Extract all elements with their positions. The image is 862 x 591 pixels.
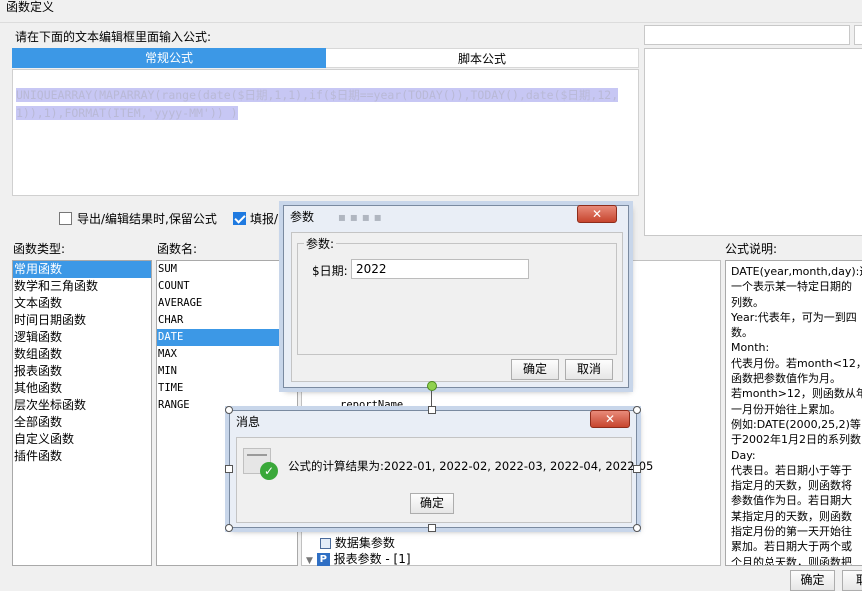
function-name-item[interactable]: DATE [157, 329, 297, 346]
description-line: 累加。若日期大于两个或 [731, 540, 852, 554]
dataset-icon [320, 538, 331, 549]
param-group-label: 参数: [304, 235, 337, 252]
description-line: 数。 [731, 326, 753, 340]
date-field[interactable]: 2022 [351, 259, 529, 279]
title-bar-divider [0, 22, 862, 23]
description-line: 例如:DATE(2000,25,2)等 [731, 417, 861, 431]
report-params-label: 报表参数 - [1] [333, 552, 411, 566]
function-name-item[interactable]: MAX [157, 346, 297, 363]
description-line: DATE(year,month,day):返 [731, 265, 862, 278]
description-line: Month: [731, 341, 770, 355]
handle-tm[interactable] [428, 406, 436, 414]
function-type-item[interactable]: 全部函数 [13, 414, 151, 431]
function-type-item[interactable]: 数组函数 [13, 346, 151, 363]
fill-label: 填报/ [250, 212, 279, 226]
param-group: 参数: $日期: 2022 [297, 235, 617, 355]
window-title: 函数定义 [6, 0, 55, 14]
function-name-item[interactable]: TIME [157, 380, 297, 397]
description-line: Year:代表年，可为一到四 [731, 310, 857, 324]
message-close-button[interactable]: ✕ [590, 410, 630, 428]
description-line: 函数把参数值作为月。 [731, 372, 841, 386]
message-ok-button[interactable]: 确定 [410, 493, 454, 514]
formula-editor[interactable]: UNIQUEARRAY(MAPARRAY(range(date($日期,1,1)… [12, 69, 639, 196]
function-type-item[interactable]: 常用函数 [13, 261, 151, 278]
function-type-item[interactable]: 时间日期函数 [13, 312, 151, 329]
description-line: 若month>12，则函数从年 [731, 387, 862, 401]
function-type-header: 函数类型: [13, 242, 66, 256]
report-params-node[interactable]: ▼ P 报表参数 - [1] [306, 550, 411, 567]
description-line: Day: [731, 448, 756, 462]
tab-script-formula[interactable]: 脚本公式 [326, 48, 639, 68]
description-line: 列数。 [731, 295, 764, 309]
description-panel: DATE(year,month,day):返 一个表示某一特定日期的 列数。 Year… [725, 260, 862, 566]
message-dialog-title: 消息 [236, 415, 261, 429]
result-message: 公式的计算结果为:2022-01, 2022-02, 2022-03, 2022… [288, 459, 654, 473]
tab-normal-formula[interactable]: 常规公式 [12, 48, 326, 68]
function-type-list[interactable]: 常用函数 数学和三角函数 文本函数 时间日期函数 逻辑函数 数组函数 报表函数 其他函数 层次坐… [12, 260, 152, 566]
keep-formula-checkbox[interactable] [59, 212, 72, 225]
title-bar-ghost-text: ▪ ▪ ▪ ▪ [337, 210, 382, 224]
function-name-item[interactable]: COUNT [157, 278, 297, 295]
expand-icon[interactable]: ▼ [306, 556, 313, 566]
param-dialog[interactable]: 参数 ▪ ▪ ▪ ▪ ✕ 参数: $日期: 2022 确定 取消 [283, 205, 629, 388]
preview-pane [644, 48, 862, 236]
report-param-icon: P [316, 553, 330, 566]
editor-prompt: 请在下面的文本编辑框里面输入公式: [15, 30, 212, 44]
function-type-item[interactable]: 插件函数 [13, 448, 151, 465]
handle-bl[interactable] [225, 524, 233, 532]
description-line: 参数值作为日。若日期大 [731, 494, 852, 508]
function-name-item[interactable]: MIN [157, 363, 297, 380]
param-ok-button[interactable]: 确定 [511, 359, 559, 380]
description-line: 个月的总天数，则函数把 [731, 555, 852, 566]
description-header: 公式说明: [725, 242, 778, 256]
success-icon: ✓ [243, 448, 278, 480]
handle-ml[interactable] [225, 465, 233, 473]
formula-line-2: 1)),1),FORMAT(ITEM,'yyyy-MM')) ) [16, 106, 238, 120]
handle-tr[interactable] [633, 406, 641, 414]
function-name-item[interactable]: AVERAGE [157, 295, 297, 312]
function-type-item[interactable]: 层次坐标函数 [13, 397, 151, 414]
description-line: 指定月份的第一天开始往 [731, 525, 852, 539]
description-line: 一月份开始往上累加。 [731, 402, 841, 416]
search-input[interactable] [644, 25, 850, 45]
search-button[interactable] [854, 25, 862, 45]
param-close-button[interactable]: ✕ [577, 205, 617, 223]
function-type-item[interactable]: 自定义函数 [13, 431, 151, 448]
message-body: ✓ 公式的计算结果为:2022-01, 2022-02, 2022-03, 20… [236, 437, 653, 523]
keep-formula-label: 导出/编辑结果时,保留公式 [77, 212, 217, 226]
formula-line-1: UNIQUEARRAY(MAPARRAY(range(date($日期,1,1)… [16, 88, 619, 102]
function-name-item[interactable]: SUM [157, 261, 297, 278]
dataset-params-label: 数据集参数 [334, 536, 395, 550]
handle-br[interactable] [633, 524, 641, 532]
ok-button[interactable]: 确定 [790, 570, 835, 591]
function-name-item[interactable]: CHAR [157, 312, 297, 329]
fill-checkbox[interactable] [233, 212, 246, 225]
cancel-button[interactable]: 取 [842, 570, 862, 591]
description-line: 代表日。若日期小于等于 [731, 463, 852, 477]
param-body: 参数: $日期: 2022 确定 取消 [291, 232, 623, 382]
description-line: 某指定月的天数，则函数 [731, 509, 852, 523]
description-line: 代表月份。若month<12， [731, 356, 862, 370]
message-dialog[interactable]: 消息 ✕ ✓ 公式的计算结果为:2022-01, 2022-02, 2022-0… [229, 410, 653, 528]
handle-bm[interactable] [428, 524, 436, 532]
function-type-item[interactable]: 数学和三角函数 [13, 278, 151, 295]
param-cancel-button[interactable]: 取消 [565, 359, 613, 380]
function-type-item[interactable]: 文本函数 [13, 295, 151, 312]
function-type-item[interactable]: 逻辑函数 [13, 329, 151, 346]
resize-anchor-icon[interactable] [427, 381, 437, 391]
function-type-item[interactable]: 其他函数 [13, 380, 151, 397]
description-line: 于2002年1月2日的系列数 [731, 433, 861, 447]
date-field-label: $日期: [312, 264, 348, 278]
handle-tl[interactable] [225, 406, 233, 414]
function-name-header: 函数名: [157, 242, 198, 256]
function-type-item[interactable]: 报表函数 [13, 363, 151, 380]
description-line: 一个表示某一特定日期的 [731, 280, 852, 294]
description-line: 指定月的天数，则函数将 [731, 479, 852, 493]
dataset-params-node[interactable]: 数据集参数 [320, 534, 395, 551]
handle-mr[interactable] [633, 465, 641, 473]
